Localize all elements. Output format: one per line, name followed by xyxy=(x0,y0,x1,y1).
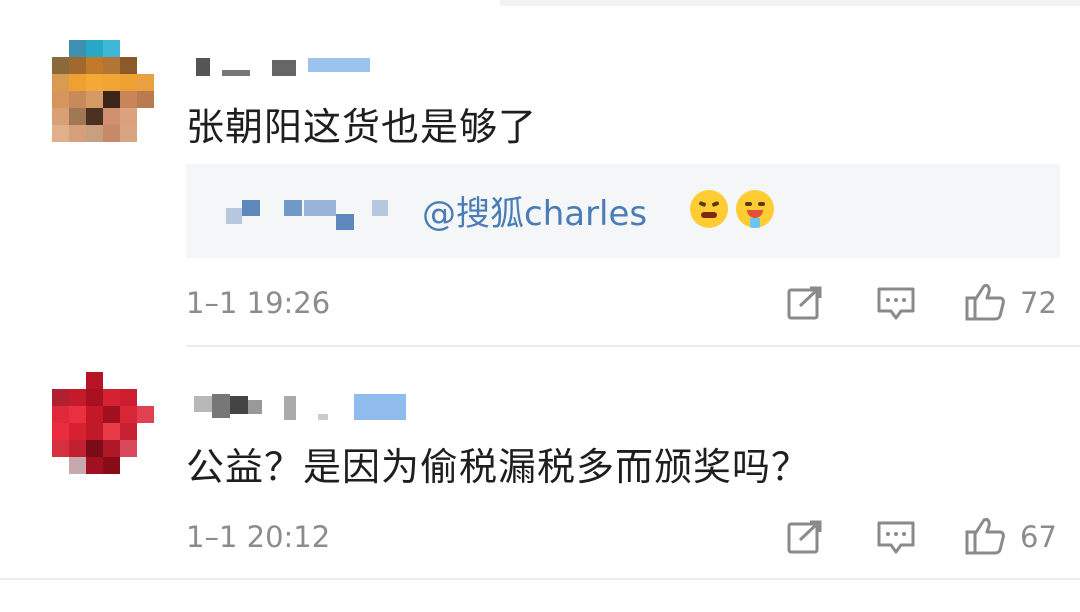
comment-item-1: 张朝阳这货也是够了 @搜狐charles 1–1 19:26 72 xyxy=(0,0,1080,345)
like-count: 67 xyxy=(1020,520,1057,554)
angry-face-icon xyxy=(690,190,728,228)
comment-divider xyxy=(0,578,1080,580)
avatar[interactable] xyxy=(52,372,156,476)
share-icon[interactable] xyxy=(786,518,824,556)
comment-text: 张朝阳这货也是够了 xyxy=(186,105,538,149)
like-icon[interactable] xyxy=(964,282,1006,322)
comment-icon[interactable] xyxy=(876,286,916,322)
username-redacted[interactable] xyxy=(188,390,408,420)
comment-text: 公益？是因为偷税漏税多而颁奖吗？ xyxy=(186,445,811,489)
like-count: 72 xyxy=(1020,286,1057,320)
mention-link[interactable]: @搜狐charles xyxy=(422,186,647,235)
username-redacted[interactable] xyxy=(188,52,378,78)
comment-icon[interactable] xyxy=(876,520,916,556)
comment-timestamp: 1–1 19:26 xyxy=(186,286,331,320)
avatar[interactable] xyxy=(52,40,156,144)
like-icon[interactable] xyxy=(964,516,1006,556)
comment-timestamp: 1–1 20:12 xyxy=(186,520,331,554)
reply-preview[interactable]: @搜狐charles xyxy=(186,164,1060,258)
drooling-face-icon xyxy=(736,190,774,228)
comment-divider xyxy=(186,345,1080,347)
share-icon[interactable] xyxy=(786,284,824,322)
comment-item-2: 公益？是因为偷税漏税多而颁奖吗？ 1–1 20:12 67 xyxy=(0,350,1080,590)
